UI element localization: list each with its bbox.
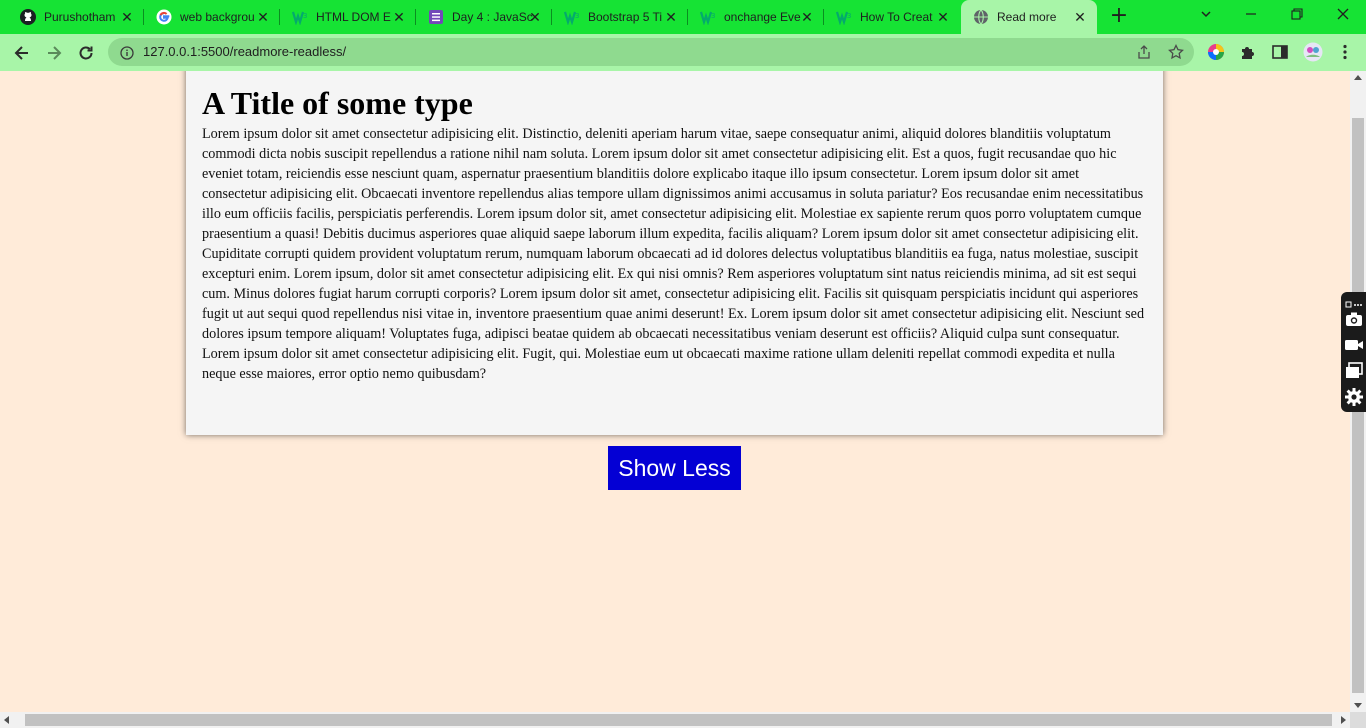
browser-toolbar: 127.0.0.1:5500/readmore-readless/ [0,34,1366,71]
share-icon[interactable] [1136,44,1152,60]
tab-title: HTML DOM E [316,10,391,24]
site-info-icon[interactable] [120,45,134,60]
tab-title: Bootstrap 5 Ti [588,10,663,24]
tab-onchange[interactable]: 3 onchange Eve ✕ [688,0,824,34]
close-tab-icon[interactable]: ✕ [664,10,678,24]
page-title: A Title of some type [202,85,473,121]
show-less-button[interactable]: Show Less [608,446,741,490]
w3schools-icon: 3 [700,9,716,25]
close-tab-icon[interactable]: ✕ [120,10,134,24]
tab-title: How To Creat [860,10,933,24]
horizontal-scrollbar[interactable] [0,712,1350,728]
tab-title: onchange Eve [724,10,801,24]
back-icon[interactable] [12,43,32,63]
close-tab-icon[interactable]: ✕ [936,10,950,24]
svg-text:3: 3 [847,12,851,20]
extensions-puzzle-icon[interactable] [1239,43,1257,61]
w3schools-icon: 3 [564,9,580,25]
horizontal-scroll-thumb[interactable] [25,714,1332,726]
address-bar[interactable]: 127.0.0.1:5500/readmore-readless/ [108,38,1194,66]
scrollbar-corner [1350,712,1366,728]
new-tab-icon[interactable]: + [1108,5,1130,27]
scroll-down-icon[interactable] [1354,703,1362,708]
tab-html-dom[interactable]: 3 HTML DOM E ✕ [280,0,416,34]
video-camera-icon[interactable] [1344,335,1364,355]
url-text: 127.0.0.1:5500/readmore-readless/ [143,44,347,59]
tab-title: web backgrou [180,10,255,24]
tab-strip: Purushotham ✕ web backgrou ✕ 3 HTML DOM … [0,0,1366,34]
panel-grip-icon[interactable] [1344,294,1364,308]
minimize-icon[interactable] [1241,7,1261,25]
tab-bootstrap[interactable]: 3 Bootstrap 5 Ti ✕ [552,0,688,34]
window-close-icon[interactable] [1333,7,1353,25]
google-icon [156,9,172,25]
github-icon [20,9,36,25]
restore-icon[interactable] [1287,7,1307,25]
tab-title: Purushotham [44,10,116,24]
tab-day4[interactable]: Day 4 : JavaSc ✕ [416,0,552,34]
tab-google[interactable]: web backgrou ✕ [144,0,280,34]
tab-github[interactable]: Purushotham ✕ [0,0,144,34]
page-content: A Title of some type Lorem ipsum dolor s… [0,71,1350,712]
close-tab-icon[interactable]: ✕ [528,10,542,24]
w3schools-icon: 3 [836,9,852,25]
close-tab-icon[interactable]: ✕ [256,10,270,24]
forward-icon[interactable] [44,43,64,63]
close-tab-icon[interactable]: ✕ [1073,10,1087,24]
tab-title: Day 4 : JavaSc [452,10,533,24]
tab-read-more[interactable]: Read more ✕ [961,0,1097,34]
browser-menu-icon[interactable] [1336,43,1354,61]
profile-avatar[interactable] [1303,42,1323,62]
close-tab-icon[interactable]: ✕ [392,10,406,24]
tab-search-icon[interactable] [1196,7,1216,25]
settings-gear-icon[interactable] [1344,387,1364,407]
globe-icon [973,9,989,25]
reload-icon[interactable] [76,43,96,63]
bookmark-star-icon[interactable] [1168,43,1184,60]
form-icon [428,9,444,25]
svg-text:3: 3 [575,12,579,20]
svg-text:3: 3 [711,12,715,20]
scroll-up-icon[interactable] [1354,75,1362,80]
side-panel-icon[interactable] [1271,43,1289,61]
content-card: A Title of some type Lorem ipsum dolor s… [186,71,1163,435]
scroll-right-icon[interactable] [1341,716,1346,724]
windows-icon[interactable] [1344,361,1364,381]
tab-how-to-create[interactable]: 3 How To Creat ✕ [824,0,960,34]
scroll-left-icon[interactable] [4,716,9,724]
svg-text:3: 3 [303,12,307,20]
close-tab-icon[interactable]: ✕ [800,10,814,24]
w3schools-icon: 3 [292,9,308,25]
tab-title: Read more [997,10,1057,24]
capture-tool-panel [1341,292,1366,412]
camera-icon[interactable] [1344,309,1364,329]
color-picker-extension-icon[interactable] [1207,43,1225,61]
article-text: Lorem ipsum dolor sit amet consectetur a… [202,126,1145,382]
